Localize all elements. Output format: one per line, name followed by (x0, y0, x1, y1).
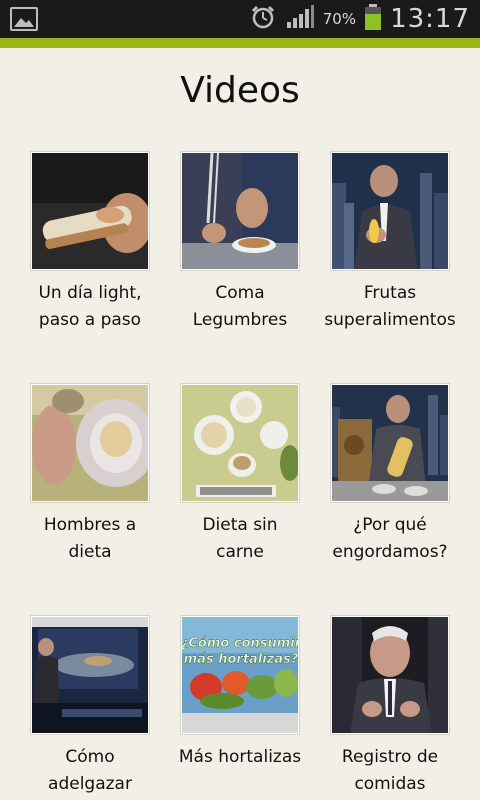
alarm-icon (249, 3, 277, 35)
video-title: Hombres a dieta (43, 515, 137, 562)
svg-text:más hortalizas?: más hortalizas? (184, 652, 299, 667)
video-title: Coma Legumbres (192, 283, 288, 330)
svg-text:¿Cómo consumir: ¿Cómo consumir (182, 636, 299, 651)
video-title: Más hortalizas (178, 747, 302, 767)
video-tile-coma-legumbres[interactable]: Coma Legumbres (165, 152, 315, 334)
video-tile-frutas-superalimentos[interactable]: Frutas superalimentos (315, 152, 465, 334)
page-title: Videos (180, 70, 300, 111)
video-thumbnail[interactable] (181, 152, 299, 270)
video-thumbnail[interactable] (331, 384, 449, 502)
video-thumbnail[interactable] (181, 384, 299, 502)
video-thumbnail[interactable]: ¿Cómo consumir más hortalizas? (181, 616, 299, 734)
clock: 13:17 (390, 4, 470, 34)
video-title: Frutas superalimentos (324, 283, 456, 330)
videos-screen: Videos Un día light, paso a paso Coma Le… (0, 48, 480, 800)
signal-icon (285, 4, 315, 34)
battery-icon (364, 3, 382, 35)
gallery-icon (10, 7, 38, 31)
video-tile-registro-de-comidas[interactable]: Registro de comidas (315, 616, 465, 798)
video-thumbnail[interactable] (331, 616, 449, 734)
video-thumbnail[interactable] (31, 152, 149, 270)
video-tile-dieta-sin-carne[interactable]: Dieta sin carne (165, 384, 315, 566)
video-title: ¿Por qué engordamos? (332, 515, 448, 562)
video-title: Registro de comidas (341, 747, 439, 794)
video-thumbnail[interactable] (31, 616, 149, 734)
video-thumbnail[interactable] (31, 384, 149, 502)
video-title: Un día light, paso a paso (38, 283, 142, 330)
accent-strip (0, 38, 480, 48)
video-title: Cómo adelgazar (48, 747, 132, 794)
status-bar: 70% 13:17 (0, 0, 480, 38)
video-tile-por-que-engordamos[interactable]: ¿Por qué engordamos? (315, 384, 465, 566)
video-tile-hombres-a-dieta[interactable]: Hombres a dieta (15, 384, 165, 566)
video-thumbnail[interactable] (331, 152, 449, 270)
battery-percentage: 70% (322, 10, 357, 28)
video-tile-como-adelgazar[interactable]: Cómo adelgazar (15, 616, 165, 798)
video-title: Dieta sin carne (202, 515, 278, 562)
video-tile-un-dia-light[interactable]: Un día light, paso a paso (15, 152, 165, 334)
video-tile-mas-hortalizas[interactable]: ¿Cómo consumir más hortalizas? Más horta… (165, 616, 315, 771)
